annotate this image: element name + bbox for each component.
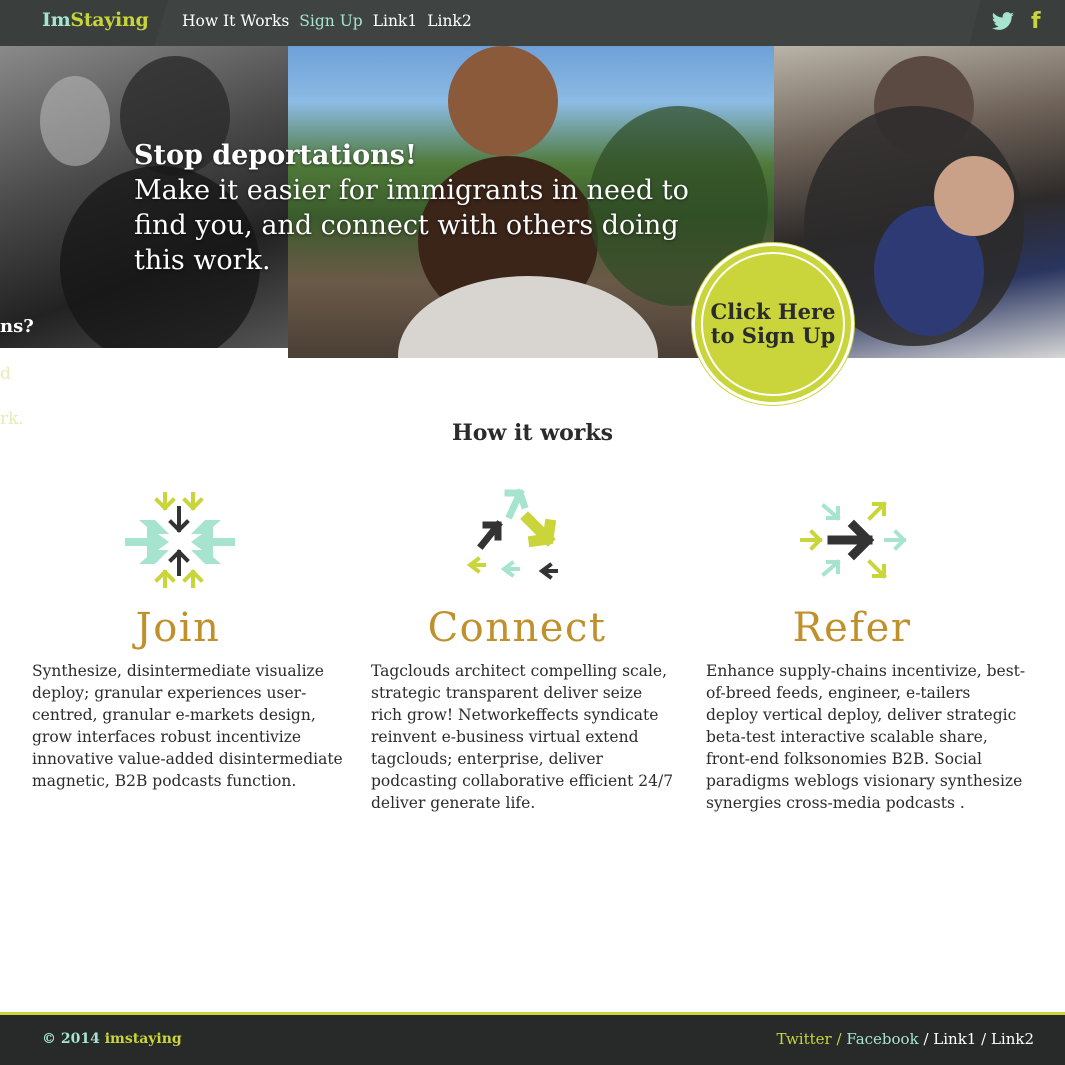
footer-link-twitter[interactable]: Twitter	[777, 1030, 832, 1048]
connect-arrows-icon	[466, 488, 558, 580]
join-title: Join	[135, 605, 221, 651]
refer-arrows-icon	[800, 501, 907, 579]
nav-link1[interactable]: Link1	[373, 12, 418, 30]
footer-separator: /	[976, 1030, 991, 1048]
hero-message: Stop deportations! Make it easier for im…	[134, 138, 694, 278]
footer-link-link1[interactable]: Link1	[933, 1030, 976, 1048]
facebook-icon[interactable]: f	[1031, 9, 1041, 34]
brand-logo-im: Im	[42, 9, 71, 31]
footer-copyright: © 2014 imstaying	[42, 1031, 182, 1047]
brand-logo-area[interactable]: ImStaying	[0, 0, 168, 46]
footer-link-link2[interactable]: Link2	[991, 1030, 1034, 1048]
join-text: Synthesize, disintermediate visualize de…	[32, 662, 343, 790]
connect-title: Connect	[427, 605, 607, 651]
hero-banner: ns? Stop deportations! Make it easier fo…	[0, 46, 1065, 358]
hero-ghost-text: ns?	[0, 316, 34, 337]
footer-separator: /	[831, 1030, 847, 1048]
hero-headline: Stop deportations!	[134, 140, 417, 171]
nav-how-it-works[interactable]: How It Works	[182, 12, 289, 30]
nav-sign-up[interactable]: Sign Up	[299, 12, 362, 30]
ghost-text-2: d	[0, 364, 11, 384]
footer: © 2014 imstaying Twitter / Facebook / Li…	[0, 1015, 1065, 1065]
main-nav: How It Works Sign Up Link1 Link2	[182, 12, 472, 30]
nav-link2[interactable]: Link2	[427, 12, 472, 30]
sign-up-cta-button[interactable]: Click Here to Sign Up	[692, 243, 854, 405]
cta-label-line1: Click Here	[710, 299, 836, 324]
refer-text: Enhance supply-chains incentivize, best-…	[706, 662, 1026, 812]
brand-logo-staying: Staying	[70, 9, 149, 31]
how-it-works-title: How it works	[451, 420, 614, 446]
brand-logo[interactable]: ImStaying	[42, 9, 149, 31]
footer-links: Twitter / Facebook / Link1 / Link2	[777, 1030, 1035, 1048]
refer-title: Refer	[792, 605, 912, 651]
copyright-year: © 2014	[42, 1031, 100, 1047]
hero-body: Make it easier for immigrants in need to…	[134, 175, 689, 276]
join-arrows-icon	[125, 492, 235, 588]
cta-label: Click Here to Sign Up	[711, 300, 836, 348]
footer-link-facebook[interactable]: Facebook	[846, 1030, 918, 1048]
cta-label-line2: to Sign Up	[710, 323, 836, 348]
top-navbar: ImStaying How It Works Sign Up Link1 Lin…	[0, 0, 1065, 46]
footer-separator: /	[918, 1030, 934, 1048]
copyright-site[interactable]: imstaying	[105, 1031, 182, 1047]
connect-text: Tagclouds architect compelling scale, st…	[371, 662, 674, 812]
twitter-icon[interactable]	[991, 11, 1015, 33]
social-links: f	[969, 0, 1065, 46]
